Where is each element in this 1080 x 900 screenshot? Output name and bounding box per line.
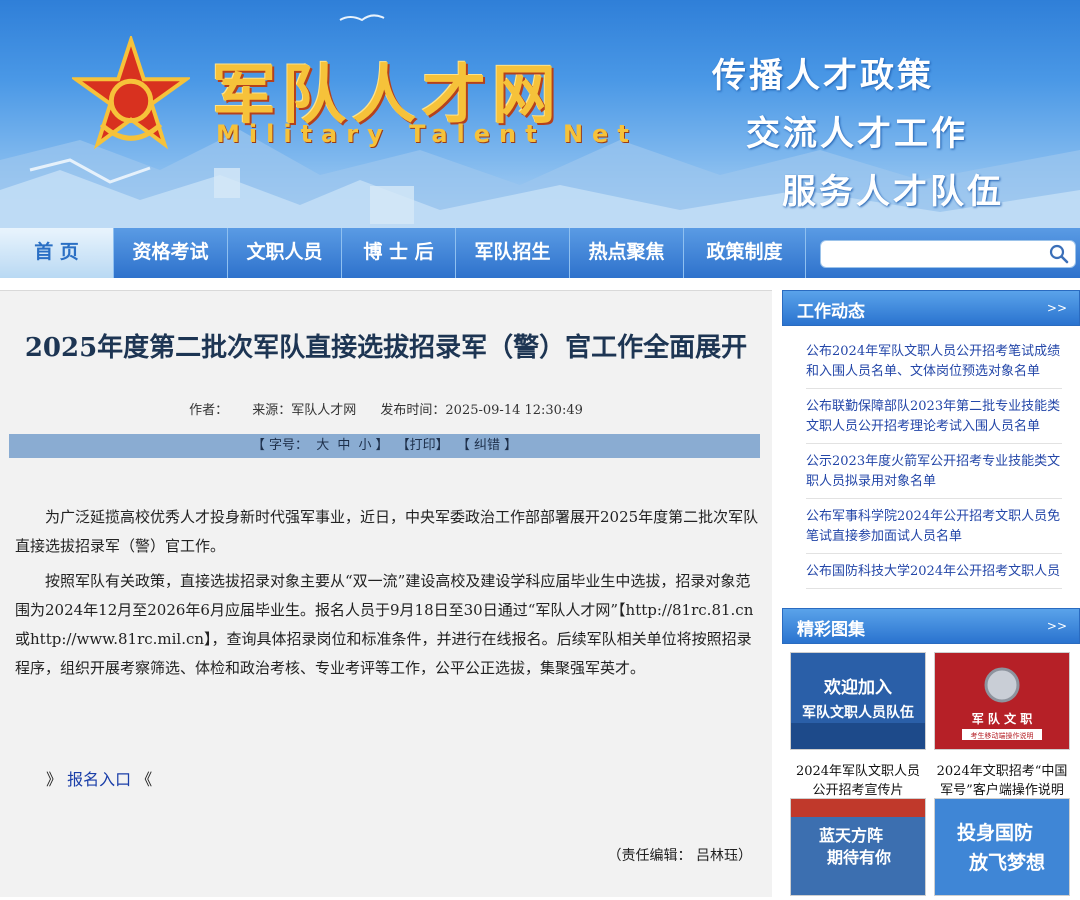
gallery-image-national-defense[interactable]: 投身国防 放飞梦想 — [934, 798, 1070, 896]
gallery-image-text: 投身国防 — [957, 821, 1033, 844]
gallery-caption[interactable]: 2024年文职招考“中国军号”客户端操作说明 — [934, 762, 1070, 800]
news-item[interactable]: 公示2023年度火箭军公开招考专业技能类文职人员拟录用对象名单 — [806, 452, 1062, 499]
font-size-medium-button[interactable]: 中 — [337, 438, 350, 453]
report-error-button[interactable]: 【 纠错 】 — [457, 438, 517, 453]
gallery-item[interactable]: 欢迎加入 军队文职人员队伍 2024年军队文职人员公开招考宣传片 — [790, 652, 926, 800]
article-body: 为广泛延揽高校优秀人才投身新时代强军事业，近日，中央军委政治工作部部署展开202… — [15, 503, 760, 689]
author-label: 作者： — [189, 403, 229, 418]
article-paragraph-1: 为广泛延揽高校优秀人才投身新时代强军事业，近日，中央军委政治工作部部署展开202… — [15, 508, 759, 555]
gallery-image-text: 放飞梦想 — [968, 851, 1045, 874]
article-title: 2025年度第二批次军队直接选拔招录军（警）官工作全面展开 — [24, 333, 748, 363]
signup-link[interactable]: 报名入口 — [67, 770, 131, 789]
article-panel: 2025年度第二批次军队直接选拔招录军（警）官工作全面展开 作者： 来源：军队人… — [0, 290, 772, 897]
news-item[interactable]: 公布军事科学院2024年公开招考文职人员免笔试直接参加面试人员名单 — [806, 507, 1062, 554]
nav-civilian-staff[interactable]: 文职人员 — [228, 228, 342, 278]
gallery-image-text: 蓝天方阵 — [819, 826, 883, 845]
font-size-close: 】 — [375, 438, 389, 453]
slogan-2: 交流人才工作 — [746, 114, 968, 154]
news-item[interactable]: 公布2024年军队文职人员公开招考笔试成绩和入围人员名单、文体岗位预选对象名单 — [806, 342, 1062, 389]
search-area — [806, 228, 1080, 278]
gallery-image-text: 军队文职人员队伍 — [802, 704, 914, 721]
gallery-image-text: 考生移动端操作说明 — [971, 731, 1034, 740]
main-nav: 首 页 资格考试 文职人员 博 士 后 军队招生 热点聚焦 政策制度 — [0, 228, 1080, 278]
font-size-small-button[interactable]: 小 — [359, 438, 372, 453]
nav-home[interactable]: 首 页 — [0, 228, 114, 278]
nav-hot-topics[interactable]: 热点聚焦 — [570, 228, 684, 278]
work-news-header: 工作动态 >> — [782, 290, 1080, 326]
work-news-more-link[interactable]: >> — [1047, 301, 1067, 315]
article-toolbar: 【 字号： 大 中 小】 【打印】 【 纠错 】 — [9, 434, 760, 458]
search-icon[interactable] — [1049, 244, 1069, 264]
signup-entry: 》 报名入口 《 — [46, 766, 152, 790]
gallery-image-recruitment-video[interactable]: 欢迎加入 军队文职人员队伍 — [790, 652, 926, 750]
gallery-item[interactable]: 军 队 文 职 考生移动端操作说明 2024年文职招考“中国军号”客户端操作说明 — [934, 652, 1070, 800]
gallery-more-link[interactable]: >> — [1047, 619, 1067, 633]
site-banner: 军队人才网 Military Talent Net 传播人才政策 交流人才工作 … — [0, 0, 1080, 228]
gallery-title: 精彩图集 — [797, 620, 865, 640]
gallery-image-text: 期待有你 — [827, 848, 891, 867]
font-size-large-button[interactable]: 大 — [316, 438, 329, 453]
news-item[interactable]: 公布国防科技大学2024年公开招考文职人员 — [806, 562, 1062, 589]
work-news-title: 工作动态 — [797, 302, 865, 322]
gallery-caption[interactable]: 2024年军队文职人员公开招考宣传片 — [790, 762, 926, 800]
news-item[interactable]: 公布联勤保障部队2023年第二批专业技能类文职人员公开招考理论考试入围人员名单 — [806, 397, 1062, 444]
publish-time: 发布时间：2025-09-14 12:30:49 — [380, 403, 583, 418]
site-title-en: Military Talent Net — [216, 120, 638, 148]
print-button[interactable]: 【打印】 — [397, 438, 449, 453]
work-news-list: 公布2024年军队文职人员公开招考笔试成绩和入围人员名单、文体岗位预选对象名单 … — [806, 342, 1062, 608]
gallery-item[interactable]: 蓝天方阵 期待有你 — [790, 798, 926, 900]
slogan-3: 服务人才队伍 — [782, 172, 1004, 212]
signup-prefix: 》 — [46, 770, 63, 789]
search-input[interactable] — [829, 241, 1043, 267]
responsible-editor: （责任编辑： 吕林珏） — [607, 848, 752, 864]
gallery-image-text: 军 队 文 职 — [972, 711, 1033, 726]
gallery-image-air-force[interactable]: 蓝天方阵 期待有你 — [790, 798, 926, 896]
signup-suffix: 《 — [136, 770, 153, 789]
gallery-item[interactable]: 投身国防 放飞梦想 — [934, 798, 1070, 900]
article-meta: 作者： 来源：军队人才网 发布时间：2025-09-14 12:30:49 — [0, 399, 772, 418]
article-paragraph-2: 按照军队有关政策，直接选拔招录对象主要从“双一流”建设高校及建设学科应届毕业生中… — [15, 572, 754, 677]
sidebar: 工作动态 >> 公布2024年军队文职人员公开招考笔试成绩和入围人员名单、文体岗… — [782, 290, 1080, 896]
source-label: 来源：军队人才网 — [252, 403, 357, 418]
army-star-logo — [72, 36, 190, 150]
font-size-label: 【 字号： — [251, 438, 309, 453]
nav-military-enrollment[interactable]: 军队招生 — [456, 228, 570, 278]
gallery-image-text: 欢迎加入 — [823, 677, 892, 698]
nav-policy[interactable]: 政策制度 — [684, 228, 806, 278]
slogan-1: 传播人才政策 — [712, 56, 934, 96]
search-box — [820, 240, 1076, 268]
nav-postdoc[interactable]: 博 士 后 — [342, 228, 456, 278]
nav-qualification-exam[interactable]: 资格考试 — [114, 228, 228, 278]
photo-gallery: 欢迎加入 军队文职人员队伍 2024年军队文职人员公开招考宣传片 军 队 文 职… — [782, 648, 1080, 896]
gallery-header: 精彩图集 >> — [782, 608, 1080, 644]
gallery-image-app-guide[interactable]: 军 队 文 职 考生移动端操作说明 — [934, 652, 1070, 750]
